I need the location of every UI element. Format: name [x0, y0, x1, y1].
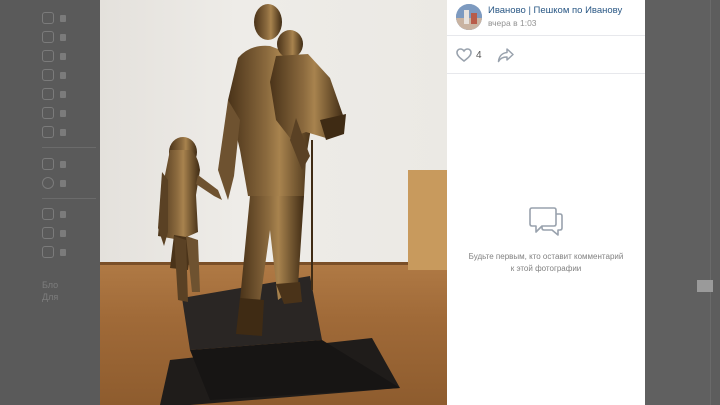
background-left-menu: Бло Для: [0, 0, 100, 405]
bg-menu-icon: [42, 69, 54, 81]
background-right-block: [697, 280, 713, 292]
bg-footer-link: Бло: [42, 280, 59, 290]
bg-menu-icon: [42, 158, 54, 170]
background-right-card: [645, 0, 711, 405]
bg-menu-icon: [42, 177, 54, 189]
comment-bubble-icon: [529, 207, 563, 236]
bg-menu-icon: [42, 12, 54, 24]
like-button[interactable]: 4: [456, 46, 482, 64]
avatar[interactable]: [456, 4, 482, 30]
bg-nav-item: [42, 11, 102, 25]
heart-icon: [456, 48, 472, 62]
empty-comments-text: Будьте первым, кто оставит комментарий к…: [468, 252, 624, 273]
bg-nav-item: [42, 226, 102, 240]
comments-empty-state: Будьте первым, кто оставит комментарий к…: [447, 205, 645, 275]
share-button[interactable]: [497, 46, 515, 64]
bg-nav-item: [42, 245, 102, 259]
bg-menu-icon: [42, 107, 54, 119]
sculpture-photo: [158, 4, 400, 405]
bg-menu-icon: [42, 246, 54, 258]
photo-viewer[interactable]: [100, 0, 447, 405]
bg-divider: [42, 147, 96, 148]
post-header: Иваново | Пешком по Иванову вчера в 1:03: [447, 0, 645, 36]
like-count: 4: [476, 49, 482, 61]
post-timestamp[interactable]: вчера в 1:03: [488, 18, 537, 28]
bg-menu-icon: [42, 208, 54, 220]
bg-nav-item: [42, 68, 102, 82]
bg-nav-item: [42, 176, 102, 190]
bg-menu-icon: [42, 227, 54, 239]
share-arrow-icon: [497, 48, 514, 63]
bg-menu-icon: [42, 50, 54, 62]
bg-divider: [42, 198, 96, 199]
bg-nav-item: [42, 106, 102, 120]
avatar-image: [456, 4, 482, 30]
author-link[interactable]: Иваново | Пешком по Иванову: [488, 5, 622, 16]
bg-nav-item: [42, 49, 102, 63]
bg-footer-link: Для: [42, 292, 59, 302]
bg-nav-item: [42, 207, 102, 221]
bg-nav-item: [42, 87, 102, 101]
bg-nav-item: [42, 157, 102, 171]
bg-nav-item: [42, 30, 102, 44]
bg-nav-item: [42, 125, 102, 139]
background-right-border: [710, 0, 711, 405]
bg-menu-icon: [42, 31, 54, 43]
post-actions: 4: [447, 37, 645, 74]
bg-menu-icon: [42, 88, 54, 100]
photo-info-panel: Иваново | Пешком по Иванову вчера в 1:03…: [447, 0, 645, 405]
bg-menu-icon: [42, 126, 54, 138]
